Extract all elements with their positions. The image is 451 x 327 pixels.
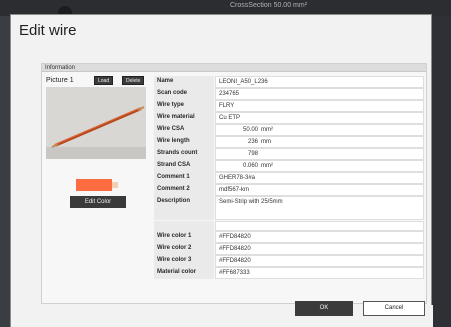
property-name: Strands count [154,148,214,160]
property-row: Wire type FLRY [154,100,424,112]
property-value-field[interactable]: FLRY [215,100,424,112]
dialog-title: Edit wire [19,22,77,39]
property-name: Material color [154,267,214,279]
property-row: Name LEONI_A50_L236 [154,76,424,88]
property-spacer-value [215,220,424,231]
property-name: Wire color 2 [154,243,214,255]
property-row: Description Semi-Strip with 25/5mm [154,196,424,220]
property-row: Comment 2 mdf567-km [154,184,424,196]
property-name: Wire length [154,136,214,148]
property-name: Name [154,76,214,88]
property-unit: mm² [261,127,273,133]
property-value-field[interactable]: 50.00 mm² [215,124,424,136]
background-left-panel [0,16,10,327]
cancel-button[interactable]: Cancel [363,301,425,316]
property-value-field[interactable]: #FFD84820 [215,255,424,267]
property-row: Wire length 236 mm [154,136,424,148]
property-spacer-row [154,220,424,231]
property-name: Strand CSA [154,160,214,172]
property-name: Wire material [154,112,214,124]
background-right-panel [432,16,451,327]
property-value-field[interactable]: #FF687333 [215,267,424,279]
property-row: Comment 1 GHER78-3#a [154,172,424,184]
property-row: Scan code 234765 [154,88,424,100]
property-value-field[interactable]: mdf567-km [215,184,424,196]
property-row: Wire CSA 50.00 mm² [154,124,424,136]
property-name: Wire type [154,100,214,112]
picture-label: Picture 1 [46,77,74,84]
property-name: Comment 1 [154,172,214,184]
property-value-field[interactable]: LEONI_A50_L236 [215,76,424,88]
property-name: Wire color 3 [154,255,214,267]
wire-color-main [76,179,112,191]
wire-properties-table: Name LEONI_A50_L236 Scan code 234765 Wire ty… [154,76,424,279]
property-value-field[interactable]: #FFD84820 [215,243,424,255]
property-value: 0.060 [242,163,258,169]
property-value-field[interactable]: 0.060 mm² [215,160,424,172]
property-name: Wire color 1 [154,231,214,243]
property-value-field[interactable]: Cu ETP [215,112,424,124]
property-name: Wire CSA [154,124,214,136]
delete-picture-button[interactable]: Delete [122,76,145,85]
ok-button[interactable]: OK [295,301,353,316]
property-value: 236 [247,139,258,145]
property-value-field[interactable]: 236 mm [215,136,424,148]
wire-photo-image [46,87,146,159]
property-row: Strands count 798 [154,148,424,160]
property-unit: mm [261,139,271,145]
property-value-field[interactable]: #FFD84820 [215,231,424,243]
property-unit: mm² [261,163,273,169]
property-name: Comment 2 [154,184,214,196]
wire-picture [46,87,146,159]
edit-color-button[interactable]: Edit Color [70,196,126,208]
property-name: Scan code [154,88,214,100]
property-value-field[interactable]: 798 [215,148,424,160]
edit-wire-dialog: Edit wire Information Picture 1 Load Del… [10,14,433,327]
wire-color-swatch [76,179,118,191]
property-row: Wire color 3 #FFD84820 [154,255,424,267]
property-value-field[interactable]: 234765 [215,88,424,100]
property-value-field[interactable]: GHER78-3#a [215,172,424,184]
property-value: 798 [247,151,258,157]
property-value-field[interactable]: Semi-Strip with 25/5mm [215,196,424,220]
property-row: Wire color 1 #FFD84820 [154,231,424,243]
information-group-header: Information [42,64,426,72]
property-row: Wire color 2 #FFD84820 [154,243,424,255]
wire-color-tip [112,182,118,188]
property-row: Strand CSA 0.060 mm² [154,160,424,172]
load-picture-button[interactable]: Load [94,76,114,85]
property-value: 50.00 [242,127,258,133]
property-spacer-name [154,220,214,231]
background-cross-section-label: CrossSection 50.00 mm² [230,2,308,9]
information-group: Information Picture 1 Load Delete Edit C… [41,63,427,304]
property-name: Description [154,196,214,220]
property-row: Wire material Cu ETP [154,112,424,124]
property-row: Material color #FF687333 [154,267,424,279]
